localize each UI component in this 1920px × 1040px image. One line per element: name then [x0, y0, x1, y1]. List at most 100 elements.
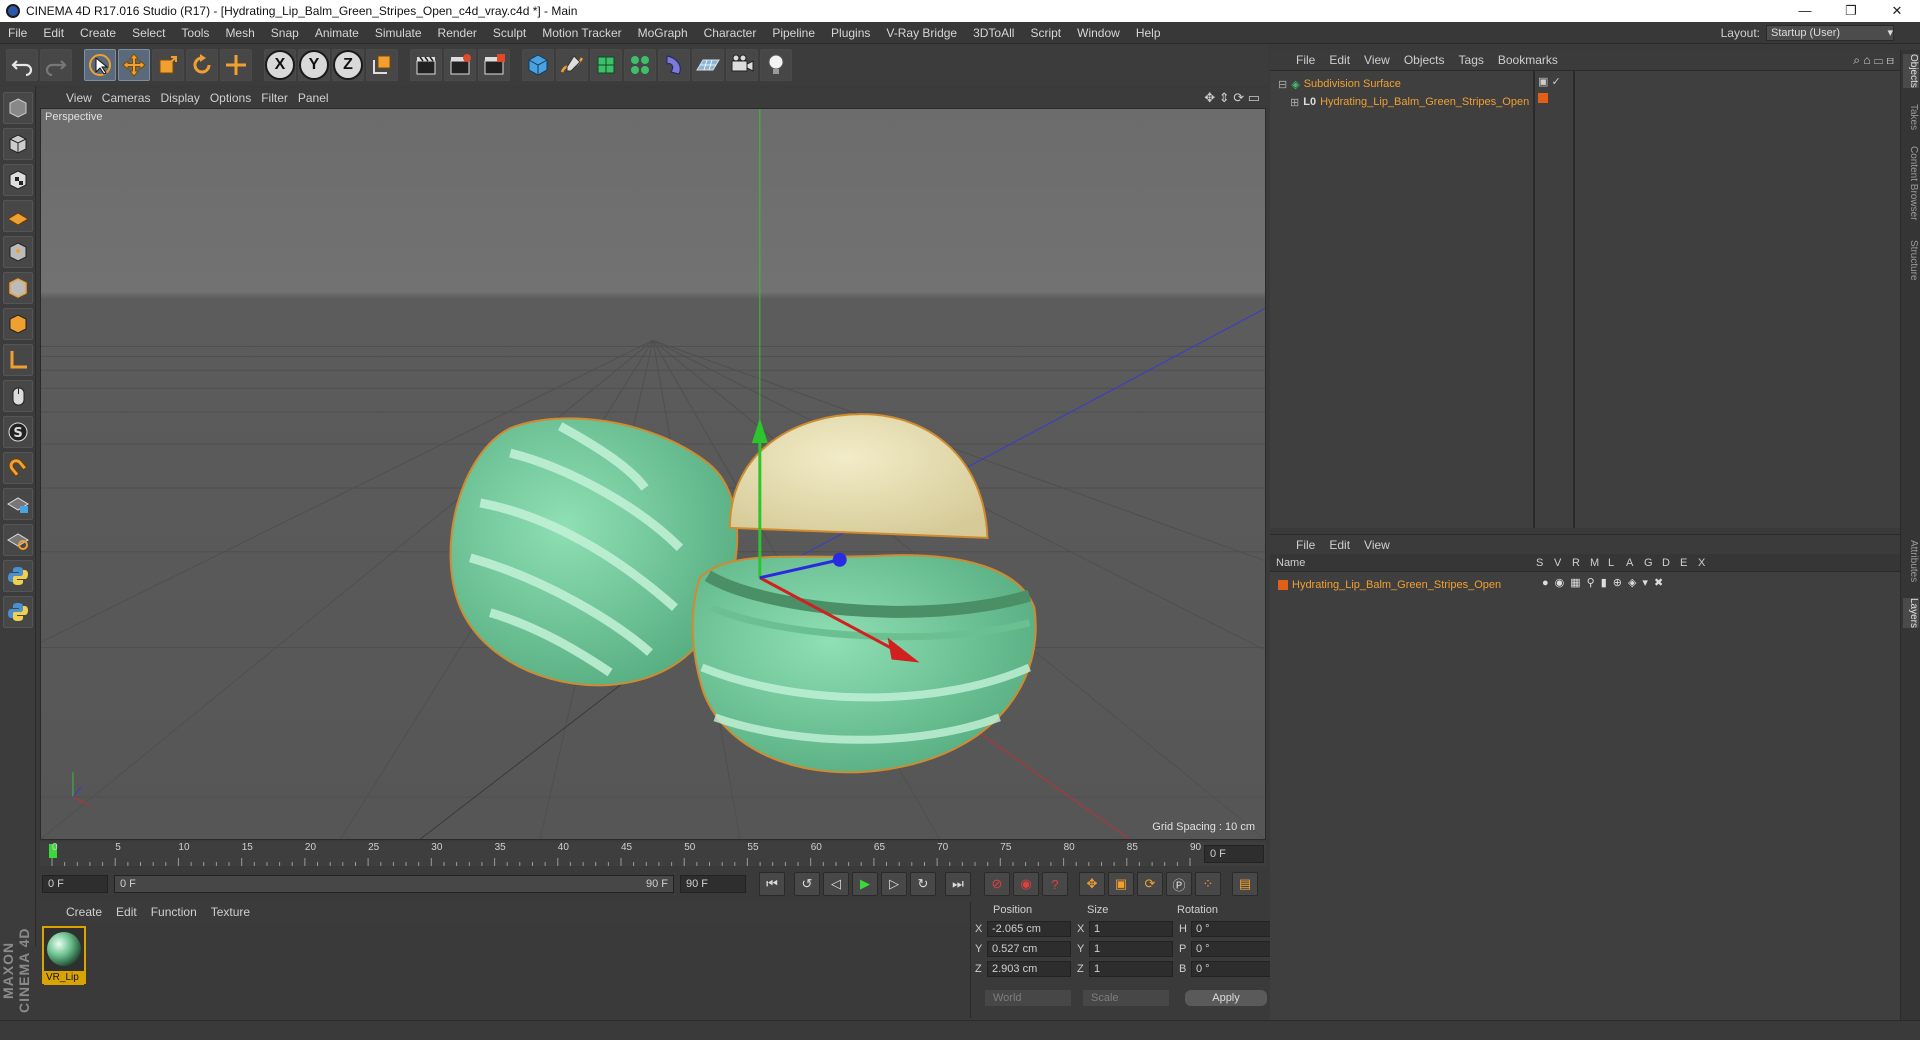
- material-menu-edit[interactable]: Edit: [116, 905, 151, 919]
- layer-toggle-icons[interactable]: ●◉▦⚲▮⊕◈▾✖: [1542, 576, 1669, 589]
- snapping-button[interactable]: S: [2, 416, 33, 448]
- object-menu-view[interactable]: View: [1364, 53, 1404, 67]
- position-y-field[interactable]: 0.527 cm: [987, 941, 1071, 957]
- previous-frame-button[interactable]: ◁: [823, 872, 849, 896]
- viewport-menu-panel[interactable]: Panel: [298, 91, 339, 105]
- col-header-x[interactable]: X: [1698, 557, 1716, 569]
- add-mograph-button[interactable]: [624, 49, 656, 81]
- 3d-viewport[interactable]: Perspective Grid Spacing : 10 cm: [40, 108, 1266, 840]
- next-frame-button[interactable]: ▷: [881, 872, 907, 896]
- texture-mode-button[interactable]: [2, 164, 33, 196]
- layer-color-swatch[interactable]: [1538, 93, 1548, 103]
- menu-plugins[interactable]: Plugins: [823, 26, 878, 40]
- play-button[interactable]: ▶: [852, 872, 878, 896]
- column-divider[interactable]: [1573, 70, 1575, 528]
- workplane-mode-button[interactable]: [2, 200, 33, 232]
- menu-render[interactable]: Render: [430, 26, 485, 40]
- live-selection-button[interactable]: [84, 49, 116, 81]
- menu-select[interactable]: Select: [124, 26, 173, 40]
- menu-animate[interactable]: Animate: [307, 26, 367, 40]
- material-menu-function[interactable]: Function: [151, 905, 211, 919]
- previous-key-button[interactable]: ↺: [794, 872, 820, 896]
- go-to-start-button[interactable]: ⏮: [759, 872, 785, 896]
- tab-objects[interactable]: Objects: [1903, 54, 1919, 88]
- object-menu-bookmarks[interactable]: Bookmarks: [1498, 53, 1572, 67]
- menu-snap[interactable]: Snap: [263, 26, 307, 40]
- axis-mode-button[interactable]: [2, 344, 33, 376]
- material-menu-create[interactable]: Create: [66, 905, 116, 919]
- layer-menu-view[interactable]: View: [1364, 538, 1404, 552]
- viewport-menu-view[interactable]: View: [66, 91, 102, 105]
- col-header-d[interactable]: D: [1662, 557, 1680, 569]
- tab-structure[interactable]: Structure: [1903, 240, 1919, 281]
- planar-workplane-button[interactable]: [2, 524, 33, 556]
- size-x-field[interactable]: 1: [1089, 921, 1173, 937]
- col-header-v[interactable]: V: [1554, 557, 1572, 569]
- viewport-menu-filter[interactable]: Filter: [261, 91, 298, 105]
- model-mode-button[interactable]: [2, 128, 33, 160]
- layer-row[interactable]: Hydrating_Lip_Balm_Green_Stripes_Open: [1278, 576, 1501, 594]
- size-y-field[interactable]: 1: [1089, 941, 1173, 957]
- column-divider[interactable]: [1533, 70, 1535, 528]
- start-frame-field[interactable]: 0 F: [42, 875, 108, 893]
- menu-3dtoall[interactable]: 3DToAll: [965, 26, 1022, 40]
- menu-simulate[interactable]: Simulate: [367, 26, 430, 40]
- polygons-mode-button[interactable]: [2, 308, 33, 340]
- render-region-button[interactable]: [444, 49, 476, 81]
- add-deformer-button[interactable]: [658, 49, 690, 81]
- locked-workplane-button[interactable]: [2, 488, 33, 520]
- key-scale-button[interactable]: ▣: [1108, 872, 1134, 896]
- undo-button[interactable]: [6, 49, 38, 81]
- go-to-end-button[interactable]: ⏭: [945, 872, 971, 896]
- object-menu-edit[interactable]: Edit: [1329, 53, 1364, 67]
- object-row-subdivision[interactable]: ⊟ ◈ Subdivision Surface: [1278, 75, 1401, 93]
- tab-takes[interactable]: Takes: [1903, 104, 1919, 130]
- recent-tool-button[interactable]: [220, 49, 252, 81]
- add-spline-button[interactable]: [556, 49, 588, 81]
- record-keys-button[interactable]: ⊘: [984, 872, 1010, 896]
- coordinate-mode-dropdown[interactable]: World: [985, 990, 1071, 1006]
- x-axis-lock-button[interactable]: X: [264, 49, 296, 81]
- col-header-g[interactable]: G: [1644, 557, 1662, 569]
- menu-edit[interactable]: Edit: [35, 26, 72, 40]
- tab-attributes[interactable]: Attributes: [1903, 540, 1919, 582]
- timeline-ruler[interactable]: 0 5 10 15 20 25 30 35 40 45 50 55 60 65 70 75 80 85 90 0 F: [40, 842, 1266, 866]
- viewport-menu-cameras[interactable]: Cameras: [102, 91, 161, 105]
- object-menu-file[interactable]: File: [1296, 53, 1329, 67]
- layer-color-swatch[interactable]: [1278, 580, 1288, 590]
- redo-button[interactable]: [40, 49, 72, 81]
- coordinate-system-button[interactable]: [366, 49, 398, 81]
- menu-mograph[interactable]: MoGraph: [630, 26, 696, 40]
- restore-button[interactable]: ❐: [1828, 3, 1874, 19]
- size-z-field[interactable]: 1: [1089, 961, 1173, 977]
- object-row-lip-balm[interactable]: ⊞ L0 Hydrating_Lip_Balm_Green_Stripes_Op…: [1290, 93, 1529, 111]
- rotation-h-field[interactable]: 0 °: [1191, 921, 1275, 937]
- minimize-button[interactable]: —: [1782, 3, 1828, 19]
- tab-layers[interactable]: Layers: [1903, 598, 1919, 629]
- current-frame-field[interactable]: 0 F: [1204, 845, 1264, 863]
- rotation-p-field[interactable]: 0 °: [1191, 941, 1275, 957]
- render-view-button[interactable]: [410, 49, 442, 81]
- menu-sculpt[interactable]: Sculpt: [485, 26, 534, 40]
- add-camera-button[interactable]: [726, 49, 758, 81]
- menu-tools[interactable]: Tools: [173, 26, 217, 40]
- edges-mode-button[interactable]: [2, 272, 33, 304]
- add-subdivision-button[interactable]: [590, 49, 622, 81]
- menu-help[interactable]: Help: [1128, 26, 1169, 40]
- col-header-l[interactable]: L: [1608, 557, 1626, 569]
- y-axis-lock-button[interactable]: Y: [298, 49, 330, 81]
- position-x-field[interactable]: -2.065 cm: [987, 921, 1071, 937]
- layout-dropdown[interactable]: Startup (User) ▾: [1766, 24, 1894, 41]
- render-to-picture-viewer-button[interactable]: [478, 49, 510, 81]
- preview-range-slider[interactable]: 0 F 90 F: [114, 875, 674, 893]
- scale-tool-button[interactable]: [152, 49, 184, 81]
- object-menu-objects[interactable]: Objects: [1404, 53, 1459, 67]
- add-floor-button[interactable]: [692, 49, 724, 81]
- layer-menu-edit[interactable]: Edit: [1329, 538, 1364, 552]
- key-parameter-button[interactable]: Ⓟ: [1166, 872, 1192, 896]
- magnet-button[interactable]: [2, 452, 33, 484]
- menu-motion-tracker[interactable]: Motion Tracker: [534, 26, 629, 40]
- make-editable-button[interactable]: [2, 92, 33, 124]
- viewport-menu-options[interactable]: Options: [210, 91, 261, 105]
- key-pla-button[interactable]: ⁘: [1195, 872, 1221, 896]
